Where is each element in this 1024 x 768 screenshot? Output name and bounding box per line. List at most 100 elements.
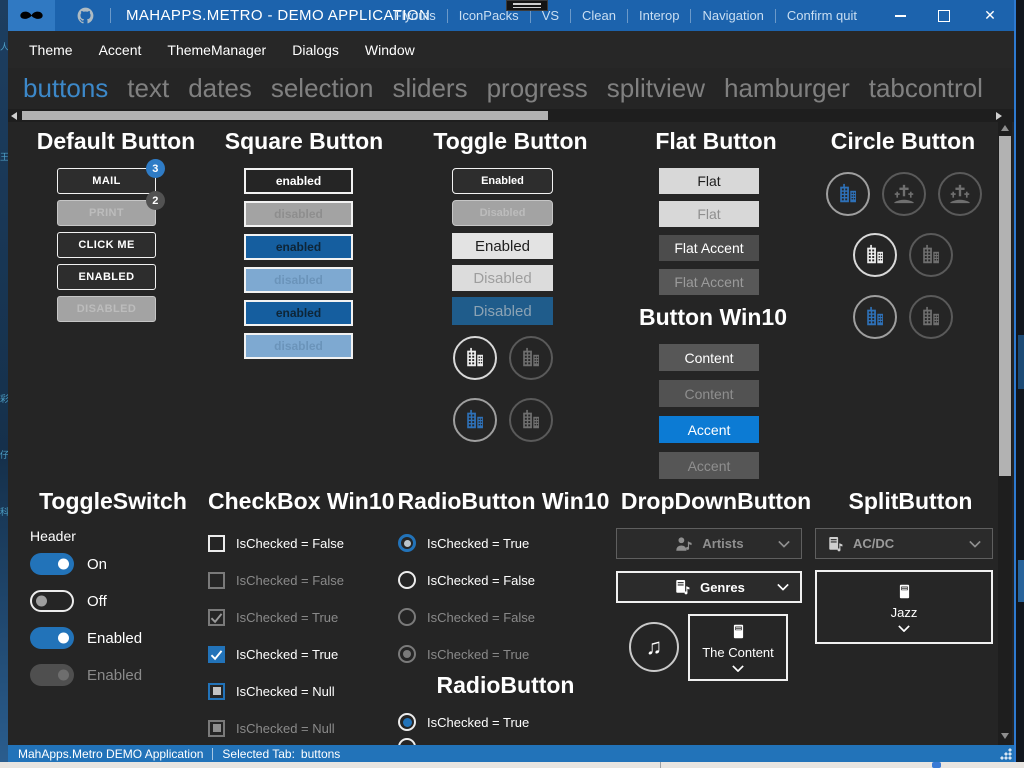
disabled-button[interactable]: DISABLED bbox=[57, 296, 156, 322]
tab-selection[interactable]: selection bbox=[271, 73, 374, 104]
radio-plain-true[interactable]: IsChecked = True bbox=[398, 712, 529, 732]
circle-button-graveyard-1[interactable] bbox=[882, 172, 926, 216]
command-interop[interactable]: Interop bbox=[628, 8, 690, 23]
toggle-pill-on[interactable] bbox=[30, 553, 74, 575]
command-flyouts[interactable]: Flyouts bbox=[383, 8, 447, 23]
horizontal-scroll-thumb[interactable] bbox=[22, 111, 548, 120]
square-button-enabled-1[interactable]: enabled bbox=[244, 168, 353, 194]
menu-window[interactable]: Window bbox=[365, 42, 415, 58]
jazz-split-button[interactable]: Jazz bbox=[815, 570, 993, 644]
maximize-button[interactable] bbox=[922, 0, 966, 31]
toggleswitch-header-label: Header bbox=[30, 528, 76, 544]
command-clean[interactable]: Clean bbox=[571, 8, 627, 23]
tab-splitview[interactable]: splitview bbox=[607, 73, 705, 104]
checkbox-null-enabled[interactable]: IsChecked = Null bbox=[208, 681, 335, 701]
command-navigation[interactable]: Navigation bbox=[691, 8, 774, 23]
tab-dates[interactable]: dates bbox=[188, 73, 252, 104]
toggle-circle-button-city-disabled-2[interactable] bbox=[509, 398, 553, 442]
music-circle-button[interactable]: ♫ bbox=[629, 622, 679, 672]
github-octocat-icon[interactable] bbox=[76, 6, 95, 25]
mail-button[interactable]: MAIL 3 bbox=[57, 168, 156, 194]
menu-thememanager[interactable]: ThemeManager bbox=[167, 42, 266, 58]
square-button-enabled-3[interactable]: enabled bbox=[244, 300, 353, 326]
graveyard-crosses-icon bbox=[949, 183, 971, 205]
circle-button-city-blue-1[interactable] bbox=[826, 172, 870, 216]
desktop-glyph: 人 bbox=[0, 40, 8, 53]
flat-accent-button-disabled[interactable]: Flat Accent bbox=[659, 269, 759, 295]
toggle-button-enabled-1[interactable]: Enabled bbox=[452, 168, 553, 194]
toggle-pill-on[interactable] bbox=[30, 627, 74, 649]
vertical-scrollbar[interactable] bbox=[998, 122, 1012, 745]
toggleswitch-enabled[interactable]: Enabled bbox=[30, 627, 142, 649]
flat-button-disabled[interactable]: Flat bbox=[659, 201, 759, 227]
horizontal-scrollbar[interactable] bbox=[8, 109, 1014, 122]
win10-content-button-enabled[interactable]: Content bbox=[659, 344, 759, 371]
tab-text[interactable]: text bbox=[127, 73, 169, 104]
checkbox-null-disabled[interactable]: IsChecked = Null bbox=[208, 718, 335, 738]
circle-button-city-white[interactable] bbox=[853, 233, 897, 277]
artists-dropdown-button[interactable]: Artists bbox=[616, 528, 802, 559]
win10-accent-button-enabled[interactable]: Accent bbox=[659, 416, 759, 443]
win10-content-button-disabled[interactable]: Content bbox=[659, 380, 759, 407]
scroll-left-icon[interactable] bbox=[11, 112, 17, 120]
scroll-up-icon[interactable] bbox=[1001, 125, 1009, 131]
minimize-button[interactable] bbox=[878, 0, 922, 31]
toggle-knob bbox=[58, 633, 69, 644]
toggleswitch-on[interactable]: On bbox=[30, 553, 107, 575]
section-title-default-button: Default Button bbox=[26, 128, 206, 155]
radio-false-enabled[interactable]: IsChecked = False bbox=[398, 570, 535, 590]
circle-button-city-blue-2[interactable] bbox=[853, 295, 897, 339]
click-me-button[interactable]: CLICK ME bbox=[57, 232, 156, 258]
circle-button-city-disabled-2[interactable] bbox=[909, 295, 953, 339]
square-button-disabled-1[interactable]: disabled bbox=[244, 201, 353, 227]
print-button[interactable]: PRINT 2 bbox=[57, 200, 156, 226]
genres-dropdown-button[interactable]: Genres bbox=[616, 571, 802, 603]
resize-grip[interactable] bbox=[999, 747, 1012, 760]
city-buildings-icon bbox=[864, 306, 886, 328]
toggle-circle-button-city-white[interactable] bbox=[453, 336, 497, 380]
close-button[interactable]: ✕ bbox=[968, 0, 1012, 31]
toggle-circle-button-city-disabled-1[interactable] bbox=[509, 336, 553, 380]
tab-hamburger[interactable]: hamburger bbox=[724, 73, 850, 104]
checkbox-true-disabled[interactable]: IsChecked = True bbox=[208, 607, 338, 627]
tab-tabcontrol[interactable]: tabcontrol bbox=[869, 73, 983, 104]
menu-dialogs[interactable]: Dialogs bbox=[292, 42, 339, 58]
square-button-disabled-3[interactable]: disabled bbox=[244, 333, 353, 359]
menu-theme[interactable]: Theme bbox=[29, 42, 73, 58]
checkbox-false-disabled[interactable]: IsChecked = False bbox=[208, 570, 344, 590]
tab-progress[interactable]: progress bbox=[487, 73, 588, 104]
flat-accent-button-enabled[interactable]: Flat Accent bbox=[659, 235, 759, 261]
toggle-button-disabled-3[interactable]: Disabled bbox=[452, 297, 553, 325]
enabled-button[interactable]: ENABLED bbox=[57, 264, 156, 290]
toggleswitch-disabled[interactable]: Enabled bbox=[30, 664, 142, 686]
statusbar-app-name: MahApps.Metro DEMO Application bbox=[18, 747, 203, 761]
flat-button-enabled[interactable]: Flat bbox=[659, 168, 759, 194]
toggle-pill-off[interactable] bbox=[30, 590, 74, 612]
toggle-button-enabled-2[interactable]: Enabled bbox=[452, 233, 553, 259]
square-button-enabled-2[interactable]: enabled bbox=[244, 234, 353, 260]
toggleswitch-off[interactable]: Off bbox=[30, 590, 107, 612]
scroll-down-icon[interactable] bbox=[1001, 733, 1009, 739]
radio-false-disabled[interactable]: IsChecked = False bbox=[398, 607, 535, 627]
acdc-split-button[interactable]: AC/DC bbox=[815, 528, 993, 559]
the-content-dropdown-button[interactable]: The Content bbox=[688, 614, 788, 681]
circle-button-graveyard-2[interactable] bbox=[938, 172, 982, 216]
radio-true-disabled[interactable]: IsChecked = True bbox=[398, 644, 529, 664]
command-confirm-quit[interactable]: Confirm quit bbox=[776, 8, 868, 23]
circle-button-city-disabled-1[interactable] bbox=[909, 233, 953, 277]
app-logo-button[interactable] bbox=[8, 0, 55, 31]
checkbox-false-enabled[interactable]: IsChecked = False bbox=[208, 533, 344, 553]
tab-sliders[interactable]: sliders bbox=[392, 73, 467, 104]
vertical-scroll-thumb[interactable] bbox=[999, 136, 1011, 476]
square-button-disabled-2[interactable]: disabled bbox=[244, 267, 353, 293]
radio-true-enabled[interactable]: IsChecked = True bbox=[398, 533, 529, 553]
menu-accent[interactable]: Accent bbox=[99, 42, 142, 58]
toggle-button-disabled-2[interactable]: Disabled bbox=[452, 265, 553, 291]
win10-accent-button-disabled[interactable]: Accent bbox=[659, 452, 759, 479]
toggle-button-disabled-1[interactable]: Disabled bbox=[452, 200, 553, 226]
checkbox-true-enabled[interactable]: IsChecked = True bbox=[208, 644, 338, 664]
scroll-right-icon[interactable] bbox=[996, 112, 1002, 120]
tab-buttons[interactable]: buttons bbox=[23, 73, 108, 104]
toggle-circle-button-city-blue[interactable] bbox=[453, 398, 497, 442]
toggle-pill-disabled[interactable] bbox=[30, 664, 74, 686]
